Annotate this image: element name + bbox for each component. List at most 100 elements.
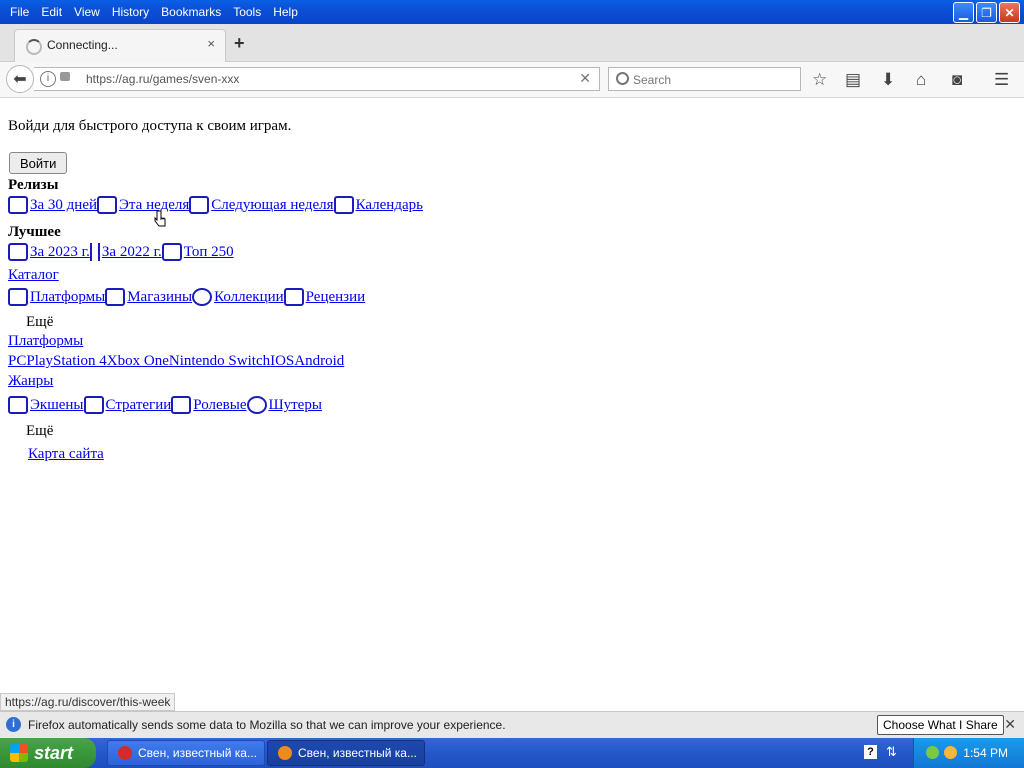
close-window-button[interactable]: ✕ (999, 2, 1020, 23)
fast-forward-icon (189, 196, 210, 214)
restore-icon: ❐ (981, 5, 992, 20)
link-next-week[interactable]: Следующая неделя (211, 197, 333, 214)
menu-tools[interactable]: Tools (227, 3, 267, 21)
link-best-2023[interactable]: За 2023 г. (30, 244, 90, 261)
bookmark-star-icon[interactable]: ☆ (812, 70, 827, 90)
calendar-icon (333, 196, 354, 214)
login-prompt: Войди для быстрого доступа к своим играм… (8, 118, 292, 134)
taskbar: start Свен, известный ка... Свен, извест… (0, 738, 1024, 768)
back-button[interactable]: ⬅ (6, 65, 34, 93)
start-label: start (34, 742, 74, 763)
firefox-icon (278, 746, 292, 760)
notification-text: Firefox automatically sends some data to… (28, 718, 506, 732)
downloads-icon[interactable]: ⬇ (881, 70, 895, 90)
link-stores[interactable]: Магазины (127, 289, 192, 306)
hamburger-menu-icon[interactable]: ☰ (994, 70, 1009, 90)
collections-icon (192, 288, 213, 306)
choose-what-i-share-button[interactable]: Choose What I Share (877, 715, 1004, 735)
link-sitemap[interactable]: Карта сайта (28, 446, 104, 463)
link-best-2022[interactable]: За 2022 г. (102, 244, 162, 261)
grid-icon (8, 196, 28, 214)
menu-file[interactable]: File (4, 3, 35, 21)
releases-heading: Релизы (8, 177, 59, 193)
crown-icon (161, 243, 182, 261)
notification-bar: i Firefox automatically sends some data … (0, 711, 1024, 738)
link-last-30-days[interactable]: За 30 дней (30, 197, 97, 214)
minimize-button[interactable]: ▁ (953, 2, 974, 23)
crosshair-icon (246, 396, 267, 414)
search-icon (616, 72, 629, 85)
genres-more[interactable]: Ещё (26, 423, 53, 440)
close-icon[interactable]: ✕ (1004, 716, 1016, 733)
catalog-more[interactable]: Ещё (26, 314, 53, 331)
bar-chart-icon (89, 243, 100, 261)
link-shooters[interactable]: Шутеры (269, 397, 322, 414)
search-tray-icon[interactable] (944, 746, 957, 759)
reviews-icon (283, 288, 304, 306)
link-xbox-one[interactable]: Xbox One (107, 353, 169, 370)
reading-list-icon[interactable]: ▤ (845, 70, 861, 90)
taskbar-item-label: Свен, известный ка... (298, 746, 417, 760)
status-url: https://ag.ru/discover/this-week (0, 693, 176, 711)
start-button[interactable]: start (0, 738, 96, 768)
menu-history[interactable]: History (106, 3, 155, 21)
new-tab-button[interactable]: + (234, 33, 245, 54)
info-icon: i (6, 717, 21, 732)
window-title-bar: File Edit View History Bookmarks Tools H… (0, 0, 1024, 24)
help-icon[interactable]: ? (864, 745, 877, 759)
link-ios[interactable]: IOS (270, 353, 294, 370)
link-action[interactable]: Экшены (30, 397, 84, 414)
tag-icon (105, 288, 126, 306)
taskbar-item-firefox[interactable]: Свен, известный ка... (267, 740, 425, 766)
link-collections[interactable]: Коллекции (214, 289, 284, 306)
tab-close-button[interactable]: × (207, 36, 215, 51)
menu-view[interactable]: View (68, 3, 106, 21)
network-icon[interactable]: ⇅ (886, 744, 897, 760)
url-bar[interactable]: i https://ag.ru/games/sven-xxx ✕ (34, 67, 600, 91)
link-nintendo-switch[interactable]: Nintendo Switch (169, 353, 270, 370)
url-input[interactable]: https://ag.ru/games/sven-xxx (86, 72, 239, 86)
link-android[interactable]: Android (294, 353, 344, 370)
clock: 1:54 PM (963, 746, 1008, 760)
catalog-links: Платформы Магазины Коллекции Рецензии (8, 288, 365, 306)
link-top-250[interactable]: Топ 250 (184, 244, 234, 261)
tab-connecting[interactable]: Connecting... × (14, 29, 226, 62)
link-platforms-heading[interactable]: Платформы (8, 333, 83, 350)
home-icon[interactable]: ⌂ (916, 70, 926, 90)
security-icon[interactable] (926, 746, 939, 759)
windows-logo-icon (10, 744, 28, 762)
restore-button[interactable]: ❐ (976, 2, 997, 23)
info-icon[interactable]: i (40, 71, 56, 87)
menu-help[interactable]: Help (267, 3, 304, 21)
strategy-icon (83, 396, 104, 414)
window-controls: ▁ ❐ ✕ (953, 2, 1020, 23)
menu-bookmarks[interactable]: Bookmarks (155, 3, 227, 21)
menu-bar: File Edit View History Bookmarks Tools H… (4, 3, 304, 21)
menu-edit[interactable]: Edit (35, 3, 68, 21)
link-pc[interactable]: PC (8, 353, 26, 370)
back-arrow-icon: ⬅ (13, 71, 27, 88)
link-genres[interactable]: Жанры (8, 373, 53, 390)
link-platforms[interactable]: Платформы (30, 289, 105, 306)
link-calendar[interactable]: Календарь (356, 197, 423, 214)
system-tray: 1:54 PM (913, 738, 1024, 768)
pocket-icon[interactable]: ◙ (952, 70, 962, 90)
diamond-icon (8, 243, 28, 261)
login-button[interactable]: Войти (9, 152, 68, 174)
taskbar-item-label: Свен, известный ка... (138, 746, 257, 760)
loading-spinner-icon (26, 39, 42, 55)
link-rpg[interactable]: Ролевые (193, 397, 246, 414)
best-heading: Лучшее (8, 224, 61, 240)
best-links: За 2023 г. За 2022 г. Топ 250 (8, 243, 234, 261)
taskbar-item-opera[interactable]: Свен, известный ка... (107, 740, 265, 766)
search-placeholder: Search (633, 73, 672, 87)
joystick-icon (8, 288, 28, 306)
link-strategy[interactable]: Стратегии (106, 397, 172, 414)
navigation-toolbar: i https://ag.ru/games/sven-xxx ✕ ⬅ Searc… (0, 62, 1024, 98)
opera-icon (118, 746, 132, 760)
link-playstation-4[interactable]: PlayStation 4 (26, 353, 106, 370)
link-reviews[interactable]: Рецензии (306, 289, 366, 306)
search-input[interactable]: Search (608, 67, 801, 91)
clear-url-icon[interactable]: ✕ (579, 70, 591, 87)
link-catalog[interactable]: Каталог (8, 267, 59, 284)
